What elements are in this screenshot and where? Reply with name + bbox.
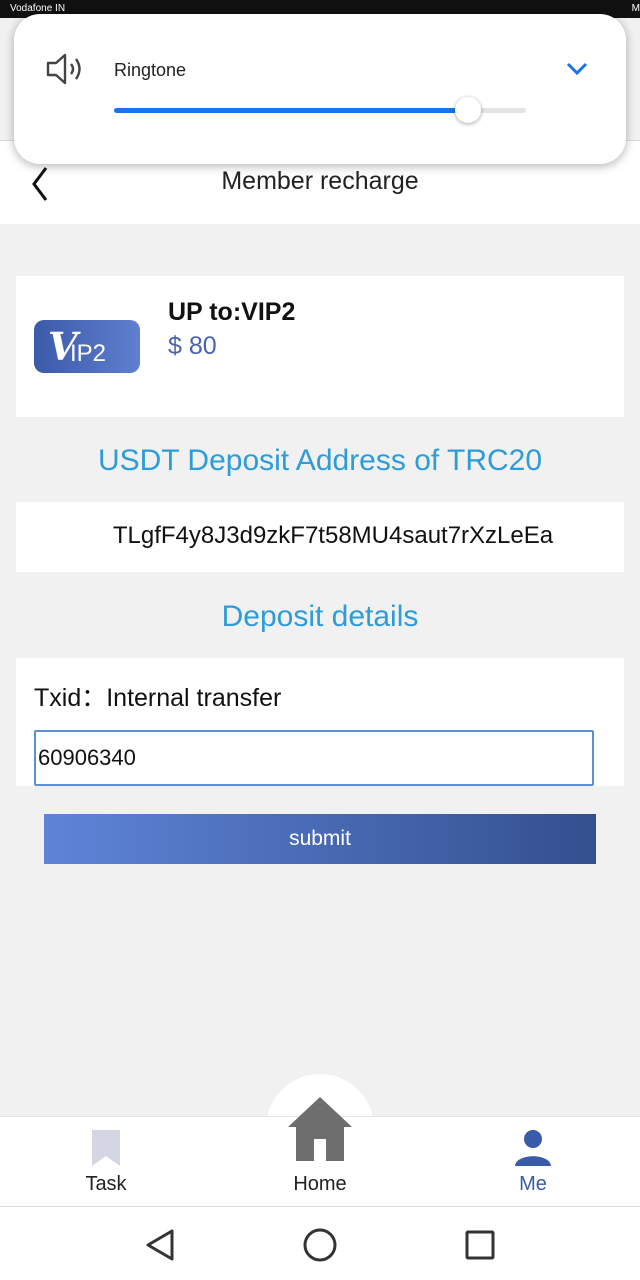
nav-label-me: Me: [519, 1173, 547, 1195]
vip-badge: V IP2: [34, 320, 140, 373]
nav-item-home[interactable]: Home: [270, 1077, 370, 1207]
vip-price: $ 80: [168, 332, 217, 360]
speaker-icon: [46, 53, 81, 85]
vip-upgrade-text: UP to:VIP2: [168, 298, 296, 326]
deposit-details-title: Deposit details: [221, 600, 419, 633]
system-back-button[interactable]: [142, 1225, 182, 1265]
recents-square-icon: [465, 1230, 495, 1260]
nav-label-task: Task: [85, 1173, 127, 1195]
bottom-nav: Task Home Me: [0, 1097, 640, 1207]
chevron-down-icon: [566, 62, 588, 76]
submit-button[interactable]: submit: [44, 814, 596, 864]
deposit-address: TLgfF4y8J3d9zkF7t58MU4saut7rXzLeEa: [112, 522, 554, 549]
system-home-button[interactable]: [300, 1225, 340, 1265]
expand-volume-button[interactable]: [562, 56, 592, 82]
home-icon: [288, 1097, 352, 1161]
deposit-address-box: TLgfF4y8J3d9zkF7t58MU4saut7rXzLeEa: [16, 502, 624, 572]
deposit-address-title: USDT Deposit Address of TRC20: [97, 444, 543, 477]
nav-item-task[interactable]: Task: [56, 1117, 156, 1207]
volume-stream-label: Ringtone: [114, 60, 187, 80]
nav-label-home: Home: [293, 1173, 347, 1195]
volume-slider-thumb[interactable]: [455, 97, 482, 123]
vip-card: V IP2 UP to:VIP2 $ 80: [16, 276, 624, 417]
volume-slider-fill: [114, 108, 469, 113]
txid-label: Txid：Internal transfer: [34, 684, 282, 712]
nav-item-me[interactable]: Me: [483, 1117, 583, 1207]
volume-panel: Ringtone: [14, 14, 626, 164]
carrier-name: Vodafone IN: [10, 3, 66, 14]
home-circle-icon: [303, 1228, 337, 1262]
status-time: M: [631, 3, 640, 14]
bookmark-icon: [92, 1130, 120, 1166]
vip-badge-level: IP2: [70, 340, 107, 367]
system-recents-button[interactable]: [460, 1225, 500, 1265]
txid-box: Txid：Internal transfer: [16, 658, 624, 786]
txid-input[interactable]: [34, 730, 594, 786]
person-icon: [515, 1130, 551, 1166]
page-title: Member recharge: [221, 167, 419, 195]
system-nav-bar: [0, 1206, 640, 1280]
volume-slider[interactable]: [114, 97, 526, 123]
back-triangle-icon: [146, 1229, 174, 1261]
